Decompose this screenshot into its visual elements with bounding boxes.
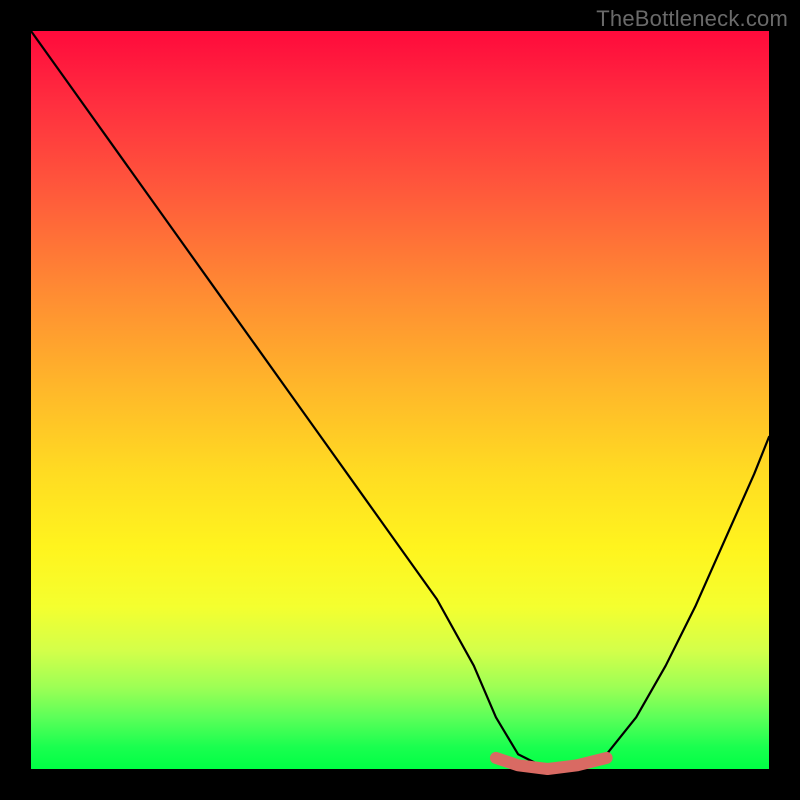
optimal-range-marker (496, 758, 607, 769)
chart-frame: TheBottleneck.com (0, 0, 800, 800)
plot-area (31, 31, 769, 769)
watermark-text: TheBottleneck.com (596, 6, 788, 32)
bottleneck-curve (31, 31, 769, 769)
curve-svg (31, 31, 769, 769)
